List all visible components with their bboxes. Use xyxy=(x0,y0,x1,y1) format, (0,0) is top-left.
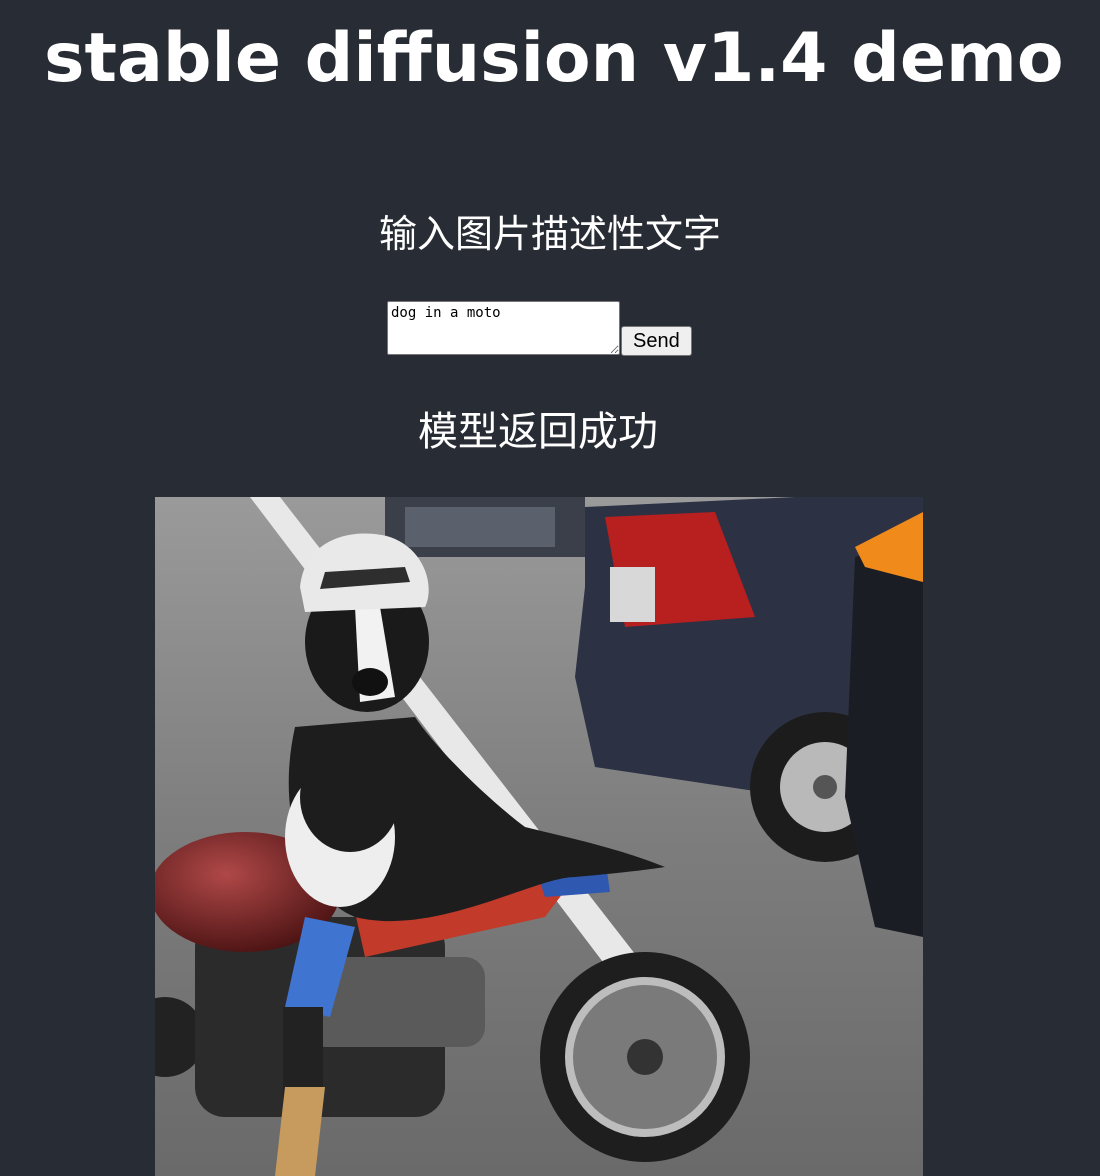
generated-image-art xyxy=(155,497,923,1176)
prompt-textarea[interactable] xyxy=(387,301,620,355)
prompt-heading: 输入图片描述性文字 xyxy=(378,212,721,256)
send-button[interactable]: Send xyxy=(621,326,692,356)
page-title: stable diffusion v1.4 demo xyxy=(44,19,1064,98)
status-heading: 模型返回成功 xyxy=(418,409,658,455)
generated-image xyxy=(155,497,923,1176)
prompt-form: Send xyxy=(387,301,692,356)
